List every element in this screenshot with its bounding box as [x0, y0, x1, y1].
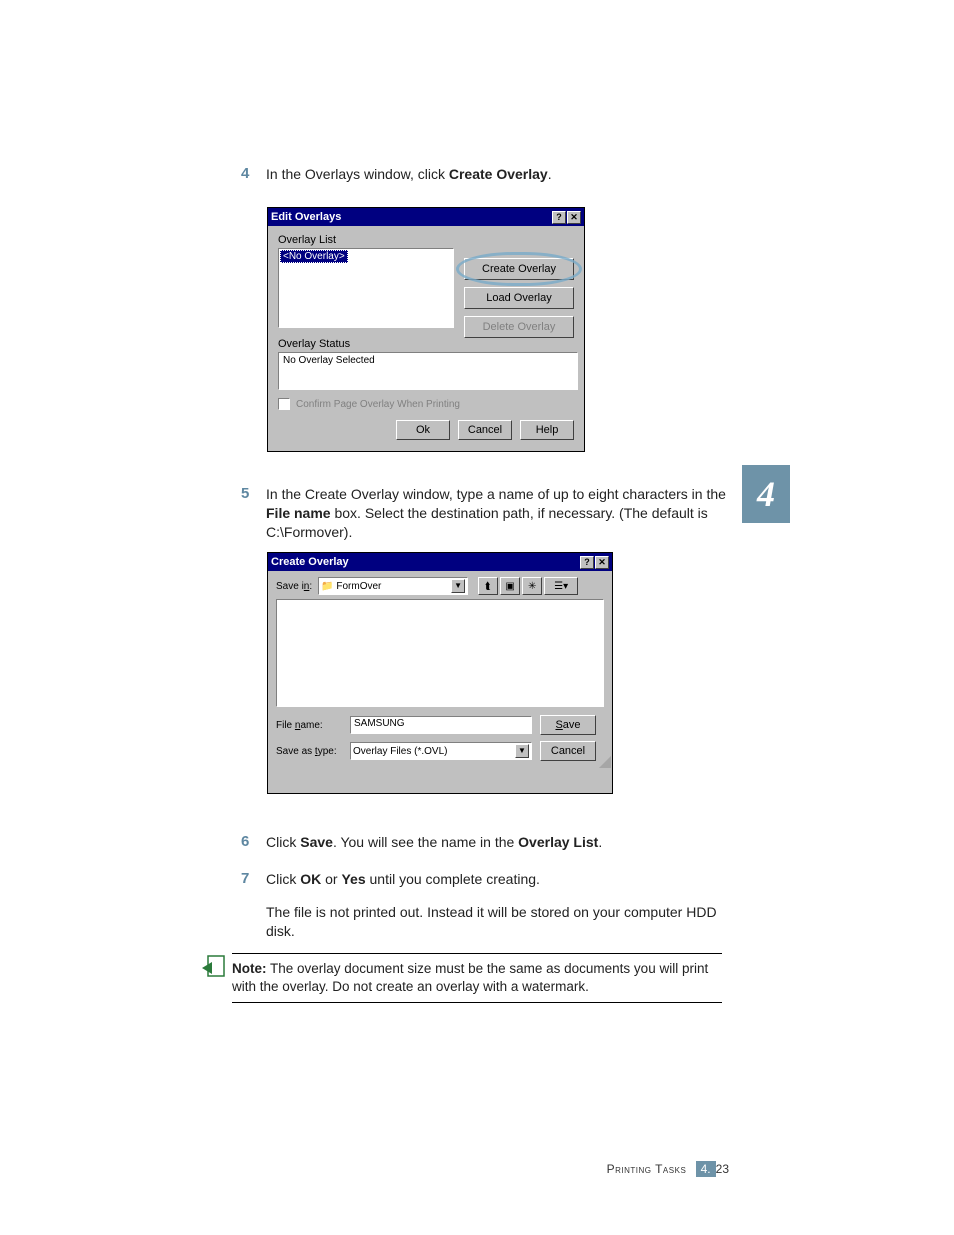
note-icon — [200, 950, 230, 980]
ok-button[interactable]: Ok — [396, 420, 450, 440]
note-block: Note: The overlay document size must be … — [232, 953, 722, 1003]
file-list[interactable] — [276, 599, 604, 707]
step5-bold: File name — [266, 505, 331, 521]
footer-section: Printing Tasks — [607, 1162, 687, 1176]
close-icon[interactable]: ✕ — [567, 211, 581, 224]
footer-chapter: 4. — [701, 1162, 711, 1176]
step-number-5: 5 — [241, 485, 249, 502]
view-menu-icon[interactable]: ☰▾ — [544, 577, 578, 595]
chevron-down-icon[interactable]: ▼ — [515, 744, 529, 758]
create-overlay-titlebar: Create Overlay ? ✕ — [268, 553, 612, 571]
step5-pre: In the Create Overlay window, type a nam… — [266, 486, 726, 502]
help-icon[interactable]: ? — [580, 556, 594, 569]
save-in-combo[interactable]: 📁 FormOver ▼ — [318, 577, 468, 595]
folder-icon: 📁 — [321, 581, 333, 592]
confirm-label: Confirm Page Overlay When Printing — [296, 399, 460, 410]
footer-page: 23 — [716, 1162, 729, 1176]
cancel-button[interactable]: Cancel — [458, 420, 512, 440]
edit-overlays-dialog: Edit Overlays ? ✕ Overlay List <No Overl… — [267, 207, 585, 452]
chapter-tab: 4 — [742, 465, 790, 523]
confirm-checkbox[interactable] — [278, 398, 290, 410]
help-button[interactable]: Help — [520, 420, 574, 440]
step4-pre: In the Overlays window, click — [266, 166, 449, 182]
step-number-7: 7 — [241, 870, 249, 887]
cancel-save-button[interactable]: Cancel — [540, 741, 596, 761]
save-as-type-combo[interactable]: Overlay Files (*.OVL) ▼ — [350, 742, 532, 760]
s7t1: Click — [266, 871, 300, 887]
up-folder-icon[interactable]: ⮬ — [478, 577, 498, 595]
edit-overlays-titlebar: Edit Overlays ? ✕ — [268, 208, 584, 226]
confirm-checkbox-row[interactable]: Confirm Page Overlay When Printing — [278, 398, 574, 410]
note-label: Note: — [232, 961, 267, 976]
s6t2: . You will see the name in the — [333, 834, 518, 850]
overlay-list-label: Overlay List — [278, 234, 574, 246]
step6-text: Click Save. You will see the name in the… — [266, 833, 786, 852]
file-name-input[interactable]: SAMSUNG — [350, 716, 532, 734]
help-icon[interactable]: ? — [552, 211, 566, 224]
s7b1: OK — [300, 871, 321, 887]
create-overlay-dialog: Create Overlay ? ✕ Save in: 📁 FormOver ▼… — [267, 552, 613, 794]
save-in-value: FormOver — [336, 581, 381, 592]
step5-post: box. Select the destination path, if nec… — [266, 505, 708, 540]
chapter-number: 4 — [757, 473, 775, 515]
chevron-down-icon[interactable]: ▼ — [451, 579, 465, 593]
edit-overlays-title: Edit Overlays — [271, 211, 341, 223]
save-as-type-value: Overlay Files (*.OVL) — [353, 746, 447, 757]
step-number-6: 6 — [241, 833, 249, 850]
page-footer: Printing Tasks 4. 23 — [0, 1161, 954, 1177]
file-name-label: File name: — [276, 720, 342, 731]
close-icon[interactable]: ✕ — [595, 556, 609, 569]
step4-post: . — [548, 166, 552, 182]
overlay-status-text: No Overlay Selected — [283, 355, 375, 366]
overlay-list[interactable]: <No Overlay> — [278, 248, 454, 328]
s7para: The file is not printed out. Instead it … — [266, 904, 717, 939]
step5-text: In the Create Overlay window, type a nam… — [266, 485, 736, 542]
save-button[interactable]: Save — [540, 715, 596, 735]
step4-bold: Create Overlay — [449, 166, 548, 182]
create-overlay-title: Create Overlay — [271, 556, 349, 568]
s6b1: Save — [300, 834, 333, 850]
save-in-label: Save in: — [276, 581, 312, 592]
load-overlay-button[interactable]: Load Overlay — [464, 287, 574, 309]
s7t2: or — [321, 871, 341, 887]
note-text: The overlay document size must be the sa… — [232, 961, 708, 994]
overlay-status-box: No Overlay Selected — [278, 352, 578, 390]
step4-text: In the Overlays window, click Create Ove… — [266, 165, 786, 184]
s7b2: Yes — [341, 871, 365, 887]
step7-text: Click OK or Yes until you complete creat… — [266, 870, 736, 941]
new-folder-icon[interactable]: ✳ — [522, 577, 542, 595]
s6t3: . — [598, 834, 602, 850]
save-as-type-label: Save as type: — [276, 746, 342, 757]
overlay-list-item[interactable]: <No Overlay> — [280, 250, 348, 263]
resize-grip-icon[interactable] — [599, 756, 611, 768]
overlay-status-label: Overlay Status — [278, 338, 574, 350]
s7t3: until you complete creating. — [366, 871, 540, 887]
step-number-4: 4 — [241, 165, 249, 182]
delete-overlay-button: Delete Overlay — [464, 316, 574, 338]
s6b2: Overlay List — [518, 834, 598, 850]
desktop-icon[interactable]: ▣ — [500, 577, 520, 595]
s6t1: Click — [266, 834, 300, 850]
create-overlay-button[interactable]: Create Overlay — [464, 258, 574, 280]
